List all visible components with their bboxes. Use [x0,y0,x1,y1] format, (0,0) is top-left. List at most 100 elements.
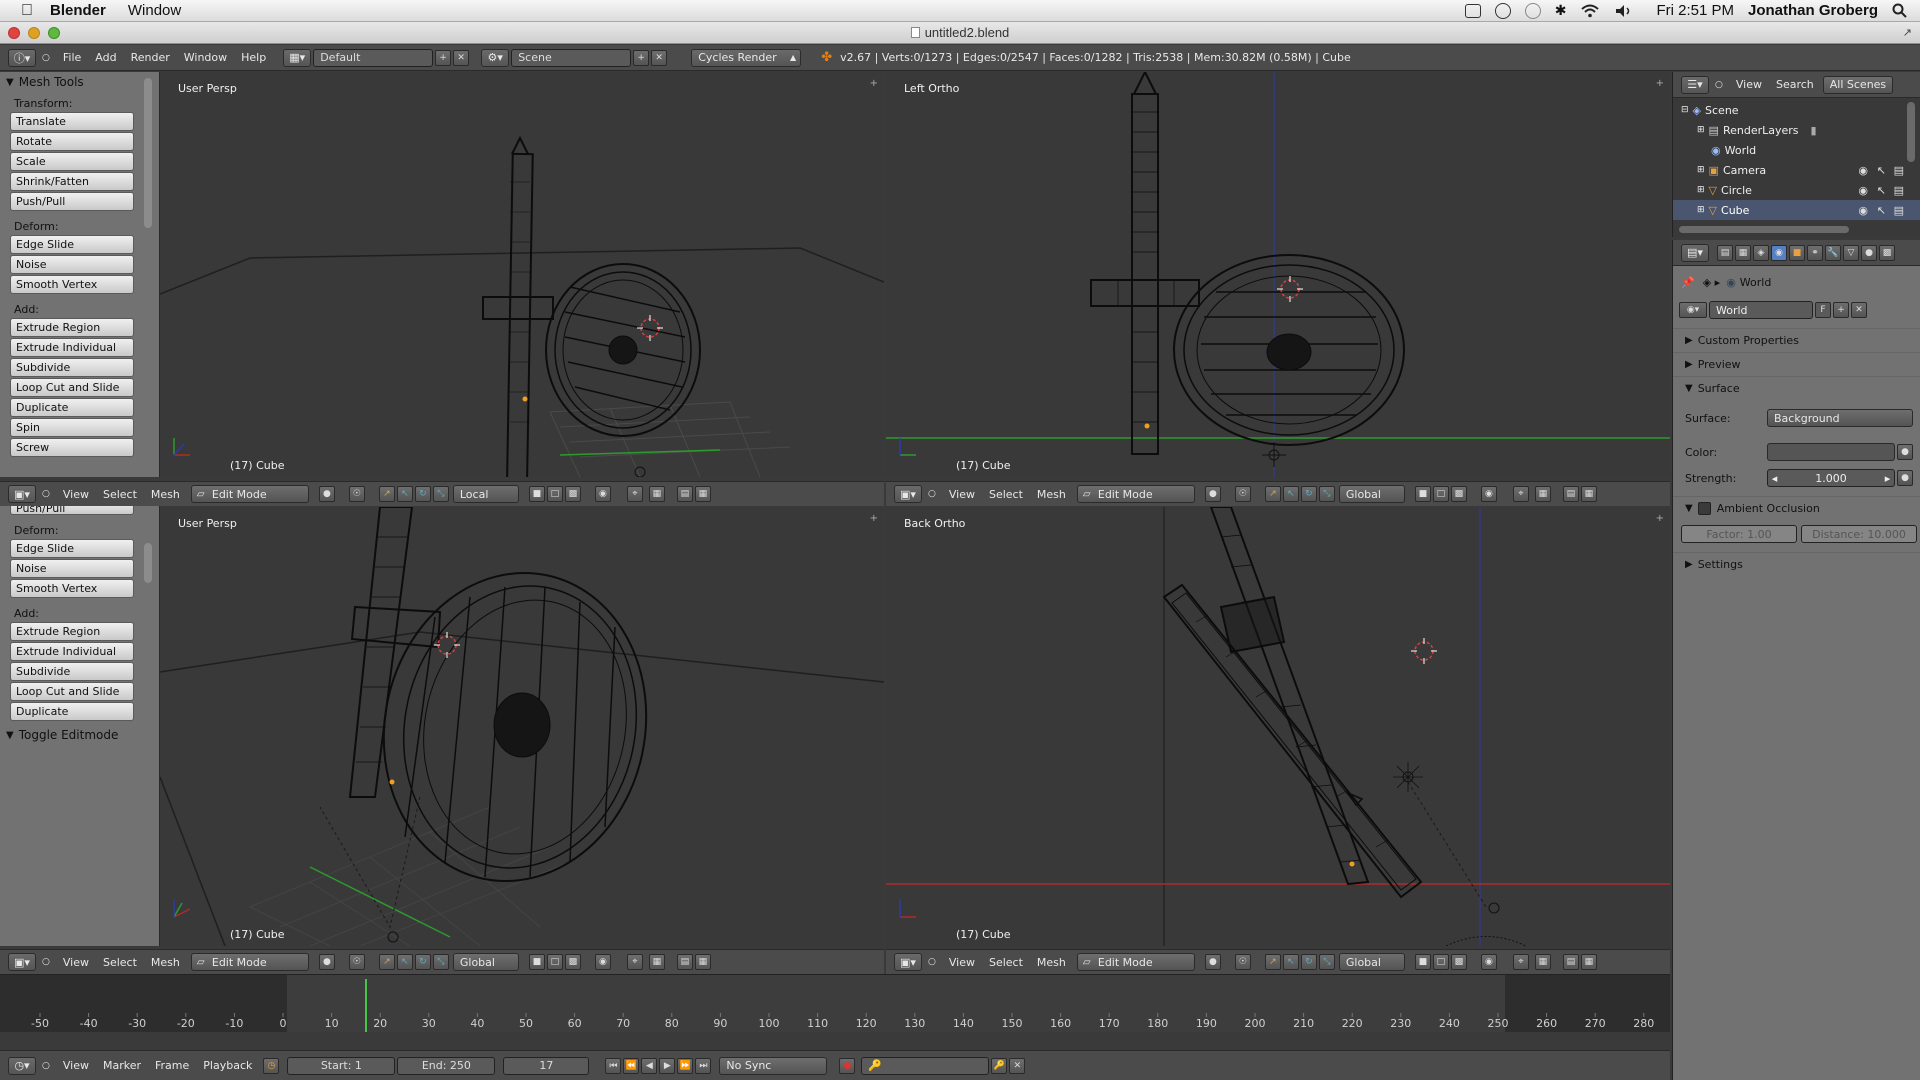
mesh-menu[interactable]: Mesh [1030,488,1073,501]
collapse-menu-icon[interactable]: ○ [928,489,936,499]
opengl-render-icon[interactable]: ▦ [1580,954,1597,970]
select-menu[interactable]: Select [96,488,144,501]
editor-type-3dview-icon[interactable]: ▣▾ [894,485,922,503]
smooth-vertex-button[interactable]: Smooth Vertex [10,275,134,294]
translate-button[interactable]: Translate [10,112,134,131]
remove-layout-icon[interactable]: ✕ [453,49,470,66]
scene-tab-icon[interactable]: ◈ [1753,244,1769,261]
face-select-icon[interactable]: ▩ [1450,486,1467,502]
ao-distance-field[interactable]: Distance: 10.000 [1801,525,1917,543]
render-preview-icon[interactable]: ▤ [1562,954,1579,970]
transform-orientation-select[interactable]: Global [1338,485,1405,503]
visibility-eye-icon[interactable]: ◉ [1858,184,1868,197]
select-menu[interactable]: Select [982,488,1030,501]
opengl-render-icon[interactable]: ▦ [694,486,711,502]
extrude-region-button-bottom[interactable]: Extrude Region [10,622,134,641]
transform-orientation-select[interactable]: Global [452,953,519,971]
editor-type-info-icon[interactable]: ⓘ▾ [8,48,36,67]
face-select-icon[interactable]: ▩ [564,954,581,970]
viewport-split-icon[interactable]: + [870,78,878,89]
expand-icon[interactable]: ⊞ [1697,185,1705,195]
select-menu[interactable]: Select [96,956,144,969]
render-preview-icon[interactable]: ▤ [676,954,693,970]
world-tab-icon[interactable]: ◉ [1771,244,1787,261]
pivot-point-icon[interactable]: ☉ [1234,486,1251,502]
snap-toggle-icon[interactable]: ⌖ [1512,954,1529,970]
expand-icon[interactable]: ⊟ [1681,105,1689,115]
object-tab-icon[interactable]: ■ [1789,244,1805,261]
outliner-search-menu[interactable]: Search [1769,78,1821,91]
edge-select-icon[interactable]: □ [1432,486,1449,502]
pin-icon[interactable]: 📌 [1681,276,1695,289]
select-arrow-icon[interactable]: ↖ [1877,204,1886,217]
viewport-split-icon[interactable]: + [1656,513,1664,524]
help-menu[interactable]: Help [234,51,273,64]
viewport-shading-icon[interactable]: ● [318,486,335,502]
edge-slide-button-bottom[interactable]: Edge Slide [10,539,134,558]
translate-manipulator-icon[interactable]: ↖ [1282,486,1299,502]
viewport-top-left[interactable]: User Persp (17) Cube + [160,72,884,477]
outliner-item-camera[interactable]: ⊞ ▣ Camera ◉ ↖ ▤ [1673,160,1920,180]
duplicate-button-bottom[interactable]: Duplicate [10,702,134,721]
scale-manipulator-icon[interactable]: ⤡ [1318,486,1335,502]
end-frame-field[interactable]: End: 250 [397,1056,496,1075]
toggle-editmode-header[interactable]: ▼ Toggle Editmode [0,725,159,745]
screw-button[interactable]: Screw [10,438,134,457]
push-pull-button[interactable]: Push/Pull [10,192,134,211]
render-preview-icon[interactable]: ▤ [676,486,693,502]
remove-scene-icon[interactable]: ✕ [651,49,668,66]
scale-manipulator-icon[interactable]: ⤡ [432,486,449,502]
rotate-manipulator-icon[interactable]: ↻ [1300,954,1317,970]
strength-decrement-icon[interactable]: ◂ [1772,472,1778,485]
preview-range-icon[interactable]: ◷ [263,1057,280,1074]
rotate-manipulator-icon[interactable]: ↻ [1300,486,1317,502]
mode-select[interactable]: ▱ Edit Mode [190,485,309,503]
unlink-world-icon[interactable]: ✕ [1851,302,1867,318]
volume-icon[interactable] [1614,4,1634,18]
edge-slide-button[interactable]: Edge Slide [10,235,134,254]
wifi-icon[interactable] [1580,4,1600,18]
duplicate-button[interactable]: Duplicate [10,398,134,417]
play-icon[interactable]: ▶ [659,1057,676,1074]
rotate-button[interactable]: Rotate [10,132,134,151]
keying-set-field[interactable]: 🔑 [861,1056,990,1075]
subdivide-button[interactable]: Subdivide [10,358,134,377]
jump-keyframe-back-icon[interactable]: ⏪ [623,1057,640,1074]
mesh-tools-panel-header[interactable]: ▼ Mesh Tools [0,72,159,92]
snap-element-icon[interactable]: ▦ [648,486,665,502]
editor-type-outliner-icon[interactable]: ☰▾ [1681,75,1709,94]
outliner-item-world[interactable]: ◉ World [1673,140,1920,160]
view-menu[interactable]: View [56,488,96,501]
ao-factor-field[interactable]: Factor: 1.00 [1681,525,1797,543]
settings-panel[interactable]: ▶ Settings [1673,552,1920,576]
edge-select-icon[interactable]: □ [1432,954,1449,970]
face-select-icon[interactable]: ▩ [564,486,581,502]
view-menu[interactable]: View [942,488,982,501]
vertex-select-icon[interactable]: ■ [1414,954,1431,970]
display-icon[interactable] [1464,3,1481,18]
viewport-top-right[interactable]: Left Ortho (17) Cube + [886,72,1670,477]
mesh-menu[interactable]: Mesh [144,488,187,501]
outliner-item-circle[interactable]: ⊞ ▽ Circle ◉ ↖ ▤ [1673,180,1920,200]
rotate-manipulator-icon[interactable]: ↻ [414,954,431,970]
material-tab-icon[interactable]: ● [1861,244,1877,261]
strength-socket-icon[interactable]: ● [1897,470,1913,486]
snap-toggle-icon[interactable]: ⌖ [626,954,643,970]
jump-start-icon[interactable]: ⏮ [605,1057,622,1074]
render-preview-icon[interactable]: ▤ [1562,486,1579,502]
select-arrow-icon[interactable]: ↖ [1877,184,1886,197]
screen-layout-field[interactable]: Default [313,48,434,67]
proportional-edit-icon[interactable]: ◉ [594,954,611,970]
edge-select-icon[interactable]: □ [546,954,563,970]
collapse-menu-icon[interactable]: ○ [42,489,50,499]
surface-shader-select[interactable]: Background [1767,409,1913,427]
window-menu-blender[interactable]: Window [177,51,234,64]
proportional-edit-icon[interactable]: ◉ [594,486,611,502]
select-arrow-icon[interactable]: ↖ [1877,164,1886,177]
constraints-tab-icon[interactable]: ⚭ [1807,244,1823,261]
apple-icon[interactable]:  [18,2,36,20]
clock[interactable]: Fri 2:51 PM [1656,2,1734,19]
transform-orientation-select[interactable]: Global [1338,953,1405,971]
shrink-fatten-button[interactable]: Shrink/Fatten [10,172,134,191]
expand-icon[interactable]: ⊞ [1697,125,1705,135]
